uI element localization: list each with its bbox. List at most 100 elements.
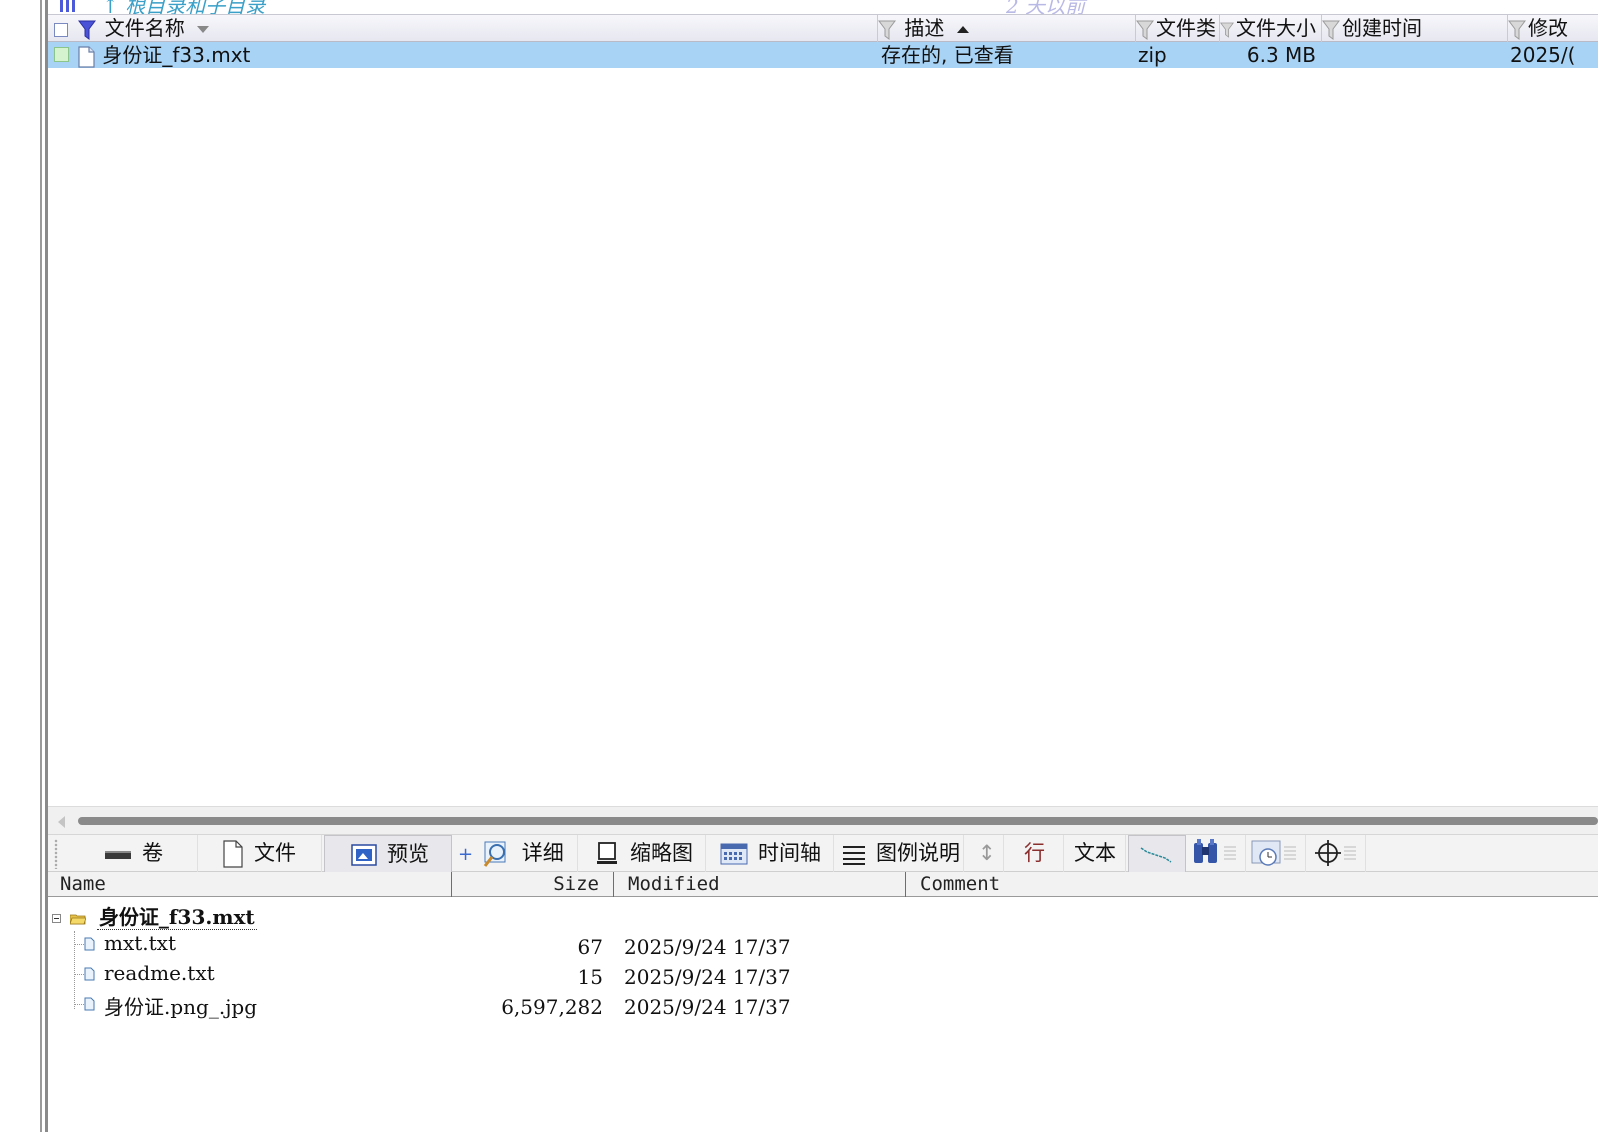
document-icon xyxy=(223,840,243,868)
file-icon xyxy=(84,967,95,981)
column-type-label: 文件类 xyxy=(1156,16,1216,40)
file-row[interactable]: 身份证_f33.mxt 存在的, 已查看 zip 6.3 MB 2025/( xyxy=(48,42,1598,68)
entry-size: 15 xyxy=(577,965,603,989)
search-binoculars-button[interactable] xyxy=(1188,835,1246,872)
column-description-label: 描述 xyxy=(904,16,945,40)
column-size[interactable]: 文件大小 xyxy=(1220,15,1322,42)
tab-lines[interactable]: 行 xyxy=(1006,835,1064,872)
pane-divider[interactable] xyxy=(40,0,42,1132)
column-description[interactable]: 描述 xyxy=(878,15,1136,42)
filter-icon[interactable] xyxy=(878,19,896,41)
archive-entry[interactable]: 身份证.png_.jpg 6,597,282 2025/9/24 17/37 xyxy=(48,989,948,1019)
archive-root-node[interactable]: 身份证_f33.mxt xyxy=(52,901,257,930)
file-modified: 2025/( xyxy=(1510,43,1576,67)
entry-modified: 2025/9/24 17/37 xyxy=(624,935,791,959)
entry-name: mxt.txt xyxy=(104,931,176,955)
magnifier-icon xyxy=(483,841,506,867)
archive-col-modified[interactable]: Modified xyxy=(614,872,906,897)
toolbar-grip[interactable] xyxy=(54,839,58,869)
entry-modified: 2025/9/24 17/37 xyxy=(624,995,791,1019)
target-button[interactable] xyxy=(1308,835,1366,872)
tab-text[interactable]: 文本 xyxy=(1066,835,1126,872)
tree-connector xyxy=(74,944,84,945)
entry-size: 6,597,282 xyxy=(501,995,603,1019)
archive-contents-pane: Name Size Modified Comment 身份证_f33.mxt m… xyxy=(48,872,1598,1132)
sort-ascending-icon xyxy=(956,26,969,33)
tab-timeline-label: 时间轴 xyxy=(758,841,821,865)
column-size-label: 文件大小 xyxy=(1236,16,1316,40)
file-created xyxy=(1322,42,1508,68)
tab-legend[interactable]: 图例说明 xyxy=(836,835,964,872)
entry-name: readme.txt xyxy=(104,961,215,985)
monitor-icon xyxy=(597,842,617,864)
sort-indicator-icon xyxy=(197,26,210,33)
column-created-label: 创建时间 xyxy=(1342,16,1422,40)
tab-thumbnails[interactable]: 缩略图 xyxy=(580,835,706,872)
archive-entry[interactable]: readme.txt 15 2025/9/24 17/37 xyxy=(48,959,948,989)
filter-icon[interactable] xyxy=(1322,19,1340,41)
file-description: 存在的, 已查看 xyxy=(881,43,1014,67)
plus-icon: + xyxy=(458,844,474,865)
tab-text-label: 文本 xyxy=(1074,841,1116,865)
archive-entry[interactable]: mxt.txt 67 2025/9/24 17/37 xyxy=(48,929,948,959)
scroll-left-arrow-icon[interactable] xyxy=(58,816,65,828)
file-icon xyxy=(84,997,95,1011)
left-pane-strip xyxy=(0,0,42,1132)
tab-file[interactable]: 文件 xyxy=(200,835,322,872)
scrollbar-thumb[interactable] xyxy=(78,817,1598,825)
file-icon xyxy=(84,937,95,951)
archive-col-size[interactable]: Size xyxy=(452,872,614,897)
clock-list-icon xyxy=(1251,840,1296,866)
column-created[interactable]: 创建时间 xyxy=(1322,15,1508,42)
trend-graph-icon xyxy=(1140,847,1172,863)
tab-details[interactable]: + 详细 xyxy=(454,835,578,872)
binoculars-icon xyxy=(1194,839,1236,863)
archive-col-name[interactable]: Name xyxy=(48,872,452,897)
file-size: 6.3 MB xyxy=(1246,43,1316,67)
filter-icon[interactable] xyxy=(1508,19,1526,41)
filter-icon[interactable] xyxy=(1136,19,1154,41)
updown-icon: ↕ xyxy=(978,841,996,865)
entry-size: 67 xyxy=(577,935,603,959)
parent-dir-icon xyxy=(60,0,75,12)
view-tab-bar: 卷 文件 预览 + 详细 缩略图 时间轴 图例说明 ↕ 行 文本 xyxy=(48,834,1598,872)
parent-dir-date: 2 天以前 xyxy=(1006,0,1086,14)
tab-volume[interactable]: 卷 xyxy=(92,835,198,872)
list-icon xyxy=(843,846,865,865)
collapse-toggle-icon[interactable] xyxy=(52,914,61,923)
parent-dir-label[interactable]: ↑ 根目录和子目录 xyxy=(102,0,265,14)
tree-connector xyxy=(74,1004,84,1005)
column-name[interactable]: 文件名称 xyxy=(48,15,878,42)
calendar-icon xyxy=(720,843,748,865)
tab-legend-label: 图例说明 xyxy=(876,841,960,865)
column-name-label: 文件名称 xyxy=(104,16,185,40)
tab-preview[interactable]: 预览 xyxy=(324,835,452,872)
folder-open-icon xyxy=(69,914,86,924)
tab-details-label: 详细 xyxy=(521,841,564,865)
file-list: ↑ 根目录和子目录 2 天以前 文件名称 描述 文件类 文件大小 创建时间 修改… xyxy=(48,0,1598,834)
parent-directory-row[interactable]: ↑ 根目录和子目录 2 天以前 xyxy=(48,0,1598,14)
file-name: 身份证_f33.mxt xyxy=(102,43,251,67)
drive-icon xyxy=(105,851,131,859)
select-all-checkbox[interactable] xyxy=(54,22,68,37)
tab-volume-label: 卷 xyxy=(142,841,163,865)
row-checkbox[interactable] xyxy=(54,47,69,62)
column-modified-label: 修改 xyxy=(1528,16,1568,40)
tab-preview-label: 预览 xyxy=(387,842,429,866)
archive-root-label: 身份证_f33.mxt xyxy=(96,905,257,930)
horizontal-scrollbar[interactable] xyxy=(48,806,1598,834)
archive-column-header: Name Size Modified Comment xyxy=(48,872,1598,897)
filter-active-icon[interactable] xyxy=(78,19,97,41)
graph-toggle-button[interactable] xyxy=(1128,835,1186,872)
row-height-toggle[interactable]: ↕ xyxy=(966,835,1004,872)
crosshair-icon xyxy=(1315,840,1356,866)
history-button[interactable] xyxy=(1248,835,1306,872)
column-type[interactable]: 文件类 xyxy=(1136,15,1220,42)
file-name-cell[interactable]: 身份证_f33.mxt xyxy=(76,42,878,68)
tab-timeline[interactable]: 时间轴 xyxy=(708,835,834,872)
filter-icon[interactable] xyxy=(1220,19,1234,41)
column-header: 文件名称 描述 文件类 文件大小 创建时间 修改 xyxy=(48,14,1598,42)
archive-col-comment[interactable]: Comment xyxy=(906,872,1598,897)
column-modified[interactable]: 修改 xyxy=(1508,15,1598,42)
tab-lines-label: 行 xyxy=(1024,841,1045,865)
